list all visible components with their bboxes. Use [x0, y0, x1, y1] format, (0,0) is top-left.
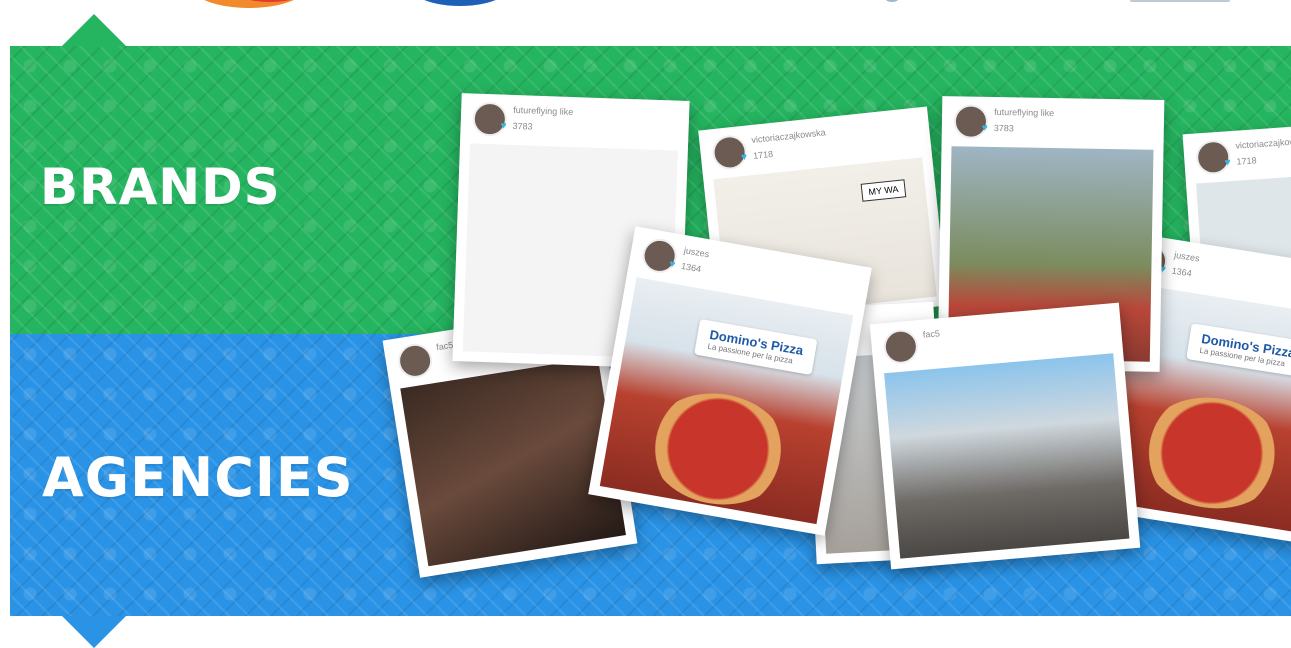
post-header: victoriaczajkowska ♥ 1718 — [1183, 126, 1291, 184]
post-username: fac5 — [435, 339, 454, 353]
post-card[interactable]: fac5 — [869, 302, 1141, 570]
post-likes: 3783 — [993, 122, 1014, 134]
pizza-image — [639, 382, 797, 516]
brands-heading: BRANDS — [40, 158, 281, 216]
photo-sign: MY WA — [860, 179, 907, 202]
post-username: fac5 — [922, 328, 941, 340]
post-likes: 1718 — [752, 148, 774, 161]
post-username: futureflying like — [513, 104, 574, 118]
post-photo — [884, 353, 1130, 559]
heart-icon: ♥ — [500, 120, 507, 132]
post-username: juszes — [683, 245, 711, 260]
post-likes: 1364 — [680, 260, 702, 275]
post-photo — [400, 357, 626, 567]
post-likes: 1718 — [1236, 155, 1257, 167]
avatar — [882, 328, 920, 366]
bottom-notch-arrow — [62, 616, 126, 648]
avatar — [395, 341, 435, 381]
heart-icon: ♥ — [668, 258, 677, 271]
heart-icon: ♥ — [740, 151, 748, 164]
post-likes: 3783 — [512, 120, 533, 132]
heart-icon: ♥ — [1224, 157, 1231, 169]
post-username: victoriaczajkowska — [750, 127, 827, 146]
brand-badge: Domino's Pizza La passione per la pizza — [1186, 323, 1291, 378]
post-likes: 1364 — [1171, 265, 1193, 279]
post-username: futureflying like — [994, 106, 1055, 119]
post-username: juszes — [1173, 249, 1201, 264]
post-username: victoriaczajkowska — [1235, 135, 1291, 151]
post-header: futureflying like ♥ 3783 — [942, 96, 1165, 150]
partner-logo-orange — [190, 0, 310, 8]
partner-logo-blue — [410, 0, 510, 6]
agencies-heading: AGENCIES — [42, 446, 354, 509]
top-notch-arrow — [62, 14, 126, 46]
pizza-image — [1134, 387, 1290, 519]
post-header: futureflying like ♥ 3783 — [460, 93, 690, 151]
heart-icon: ♥ — [981, 122, 988, 134]
post-card[interactable]: juszes ♥ 1364 Domino's Pizza La passione… — [588, 226, 872, 536]
partner-logo-text — [1130, 0, 1230, 2]
partner-logo-small — [885, 0, 899, 2]
post-photo: Domino's Pizza La passione per la pizza — [599, 277, 854, 525]
top-logo-strip — [0, 0, 1291, 46]
brand-badge: Domino's Pizza La passione per la pizza — [694, 318, 818, 375]
